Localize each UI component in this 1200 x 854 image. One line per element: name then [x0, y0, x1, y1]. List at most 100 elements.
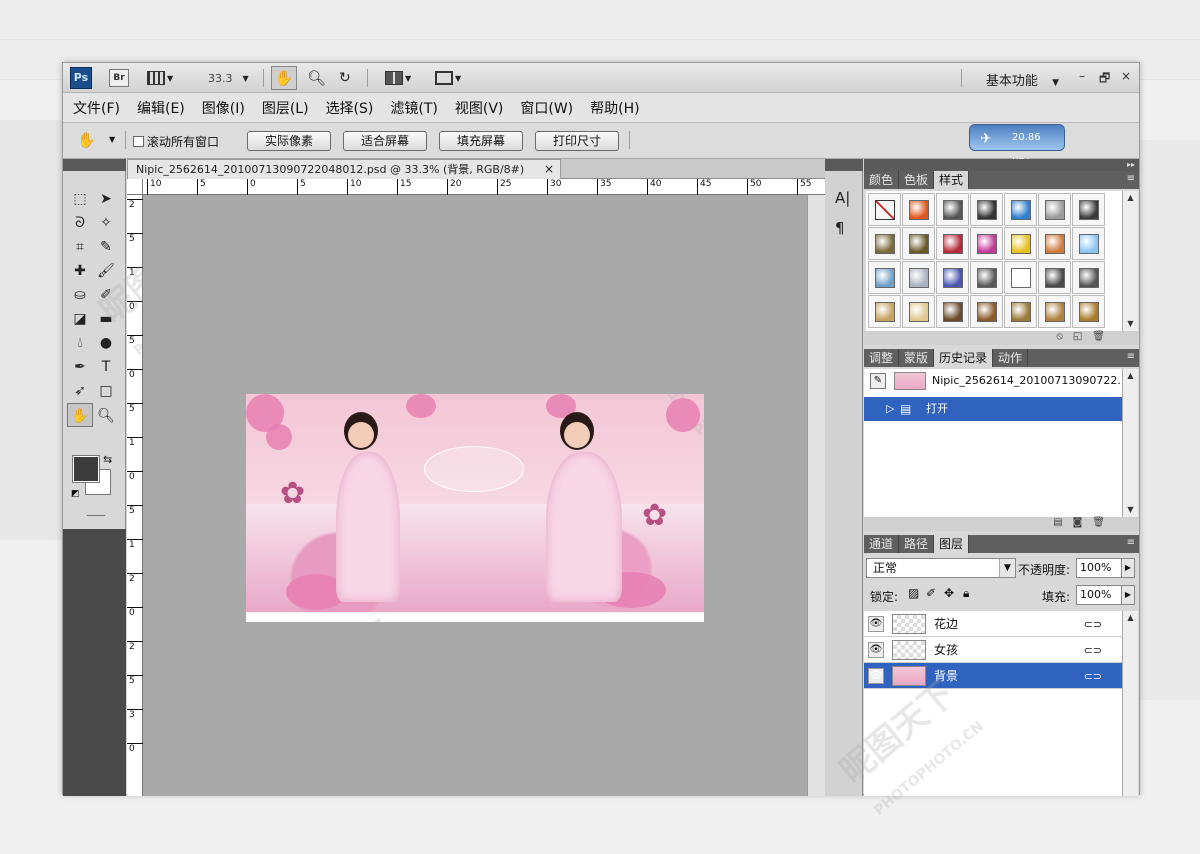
style-swatch[interactable]	[868, 261, 901, 294]
lock-all-icon[interactable]: 🔒︎	[963, 586, 969, 601]
panel-menu-icon[interactable]: ≡	[1127, 173, 1135, 184]
magic-wand-tool-icon[interactable]: ✧	[93, 211, 119, 235]
tab-layers[interactable]: 图层	[934, 535, 970, 553]
style-swatch[interactable]	[902, 193, 935, 226]
dodge-tool-icon[interactable]: ●	[93, 331, 119, 355]
clone-stamp-tool-icon[interactable]: ⛀	[67, 283, 93, 307]
document-image[interactable]: ✿ ✿	[246, 394, 704, 622]
swap-colors-icon[interactable]: ⇆	[103, 453, 112, 466]
scroll-up-icon[interactable]: ▲	[1123, 191, 1138, 205]
style-swatch[interactable]	[1072, 261, 1105, 294]
style-swatch[interactable]	[1072, 227, 1105, 260]
menu-select[interactable]: 选择(S)	[326, 98, 374, 118]
scroll-down-icon[interactable]: ▼	[1123, 503, 1138, 517]
eraser-tool-icon[interactable]: ◪	[67, 307, 93, 331]
history-scrollbar[interactable]: ▲ ▼	[1122, 369, 1138, 517]
tab-styles[interactable]: 样式	[934, 171, 970, 189]
style-swatch[interactable]	[1072, 295, 1105, 328]
style-swatch[interactable]	[902, 295, 935, 328]
style-swatch[interactable]	[1038, 295, 1071, 328]
layer-row-selected[interactable]: 👁︎ 背景 ⊂⊃	[864, 663, 1122, 689]
zoom-tool-icon[interactable]: 🔍︎	[93, 404, 119, 428]
hand-tool-icon[interactable]: ✋	[271, 66, 297, 90]
lock-pixels-icon[interactable]: ✐	[926, 586, 936, 600]
eye-icon[interactable]: 👁︎	[868, 668, 884, 684]
panel-menu-icon[interactable]: ≡	[1127, 351, 1135, 362]
delete-style-icon[interactable]: 🗑︎	[1092, 331, 1115, 342]
tab-swatches[interactable]: 色板	[899, 171, 935, 189]
style-swatch[interactable]	[970, 261, 1003, 294]
layers-scrollbar[interactable]: ▲	[1122, 611, 1138, 796]
arrange-documents-button[interactable]: ▼	[385, 68, 411, 88]
menu-layer[interactable]: 图层(L)	[262, 98, 309, 118]
style-swatch[interactable]	[936, 261, 969, 294]
horizontal-ruler[interactable]: 10 5 0 5 10 15 20 25 30 35 40 45 50 55	[143, 179, 825, 195]
menu-view[interactable]: 视图(V)	[455, 98, 504, 118]
brush-tool-icon[interactable]: 🖌︎	[93, 259, 119, 283]
new-snapshot-icon[interactable]: ◙	[1073, 517, 1093, 528]
close-window-button[interactable]: ×	[1121, 69, 1131, 83]
history-step-row[interactable]: ▷ ▤ 打开	[864, 397, 1122, 421]
history-brush-source-icon[interactable]: ✎	[870, 373, 886, 389]
type-tool-icon[interactable]: T	[93, 355, 119, 379]
marquee-tool-icon[interactable]: ⬚	[67, 187, 93, 211]
styles-scrollbar[interactable]: ▲ ▼	[1122, 191, 1138, 331]
menu-file[interactable]: 文件(F)	[73, 98, 120, 118]
healing-brush-tool-icon[interactable]: ✚	[67, 259, 93, 283]
menu-help[interactable]: 帮助(H)	[590, 98, 639, 118]
zoom-level-dropdown[interactable]: 33.3 ▼	[208, 68, 249, 88]
style-swatch[interactable]	[902, 227, 935, 260]
menu-filter[interactable]: 滤镜(T)	[390, 98, 437, 118]
ruler-origin[interactable]	[127, 179, 143, 195]
style-swatch[interactable]	[936, 193, 969, 226]
tab-channels[interactable]: 通道	[864, 535, 900, 553]
menu-image[interactable]: 图像(I)	[202, 98, 245, 118]
photoshop-logo[interactable]: Ps	[70, 67, 92, 89]
paragraph-panel-icon[interactable]: ¶	[835, 219, 845, 237]
style-swatch[interactable]	[1038, 227, 1071, 260]
restore-button[interactable]: 🗗	[1099, 69, 1110, 90]
scroll-all-windows-checkbox[interactable]: 滚动所有窗口	[133, 133, 219, 150]
style-swatch[interactable]	[902, 261, 935, 294]
fill-slider-icon[interactable]: ▶	[1121, 585, 1135, 605]
workspace-switcher[interactable]: 基本功能 ▼	[986, 70, 1059, 89]
menu-edit[interactable]: 编辑(E)	[137, 98, 185, 118]
tool-preset-hand-icon[interactable]: ✋	[77, 131, 96, 149]
vertical-ruler[interactable]: 25105051051202530	[127, 195, 143, 796]
vertical-scrollbar[interactable]	[807, 195, 825, 796]
zoom-tool-icon[interactable]: 🔍︎	[307, 68, 326, 88]
default-colors-icon[interactable]: ◩	[71, 489, 80, 499]
tab-paths[interactable]: 路径	[899, 535, 935, 553]
eyedropper-tool-icon[interactable]: ✎	[93, 235, 119, 259]
chevron-down-icon[interactable]: ▼	[109, 135, 115, 144]
rectangle-tool-icon[interactable]: □	[93, 379, 119, 403]
tab-actions[interactable]: 动作	[993, 349, 1029, 367]
tab-history[interactable]: 历史记录	[934, 349, 994, 367]
style-swatch[interactable]	[1072, 193, 1105, 226]
style-swatch[interactable]	[970, 227, 1003, 260]
new-document-from-state-icon[interactable]: ▤	[1053, 517, 1072, 528]
gradient-tool-icon[interactable]: ▬	[93, 307, 119, 331]
menu-window[interactable]: 窗口(W)	[520, 98, 573, 118]
view-extras-button[interactable]: ▼	[147, 68, 173, 88]
scroll-down-icon[interactable]: ▼	[1123, 317, 1138, 331]
style-swatch[interactable]	[1038, 193, 1071, 226]
history-brush-tool-icon[interactable]: ✐	[93, 283, 119, 307]
tab-color[interactable]: 颜色	[864, 171, 900, 189]
print-size-button[interactable]: 打印尺寸	[535, 131, 619, 151]
new-style-icon[interactable]: ◱	[1073, 331, 1092, 342]
style-swatch[interactable]	[936, 227, 969, 260]
fill-input[interactable]: 100%	[1076, 585, 1122, 605]
style-swatch[interactable]	[1038, 261, 1071, 294]
panel-strip-header[interactable]	[825, 159, 863, 171]
style-swatch-none[interactable]	[868, 193, 901, 226]
style-swatch[interactable]	[1004, 295, 1037, 328]
foreground-color-swatch[interactable]	[72, 455, 100, 483]
lock-position-icon[interactable]: ✥	[944, 586, 954, 600]
fit-screen-button[interactable]: 适合屏幕	[343, 131, 427, 151]
bridge-button[interactable]: Br	[109, 69, 129, 87]
opacity-slider-icon[interactable]: ▶	[1121, 558, 1135, 578]
screen-mode-button[interactable]: ▼	[435, 68, 461, 88]
style-swatch[interactable]	[1004, 193, 1037, 226]
blur-tool-icon[interactable]: 💧︎	[67, 331, 93, 355]
